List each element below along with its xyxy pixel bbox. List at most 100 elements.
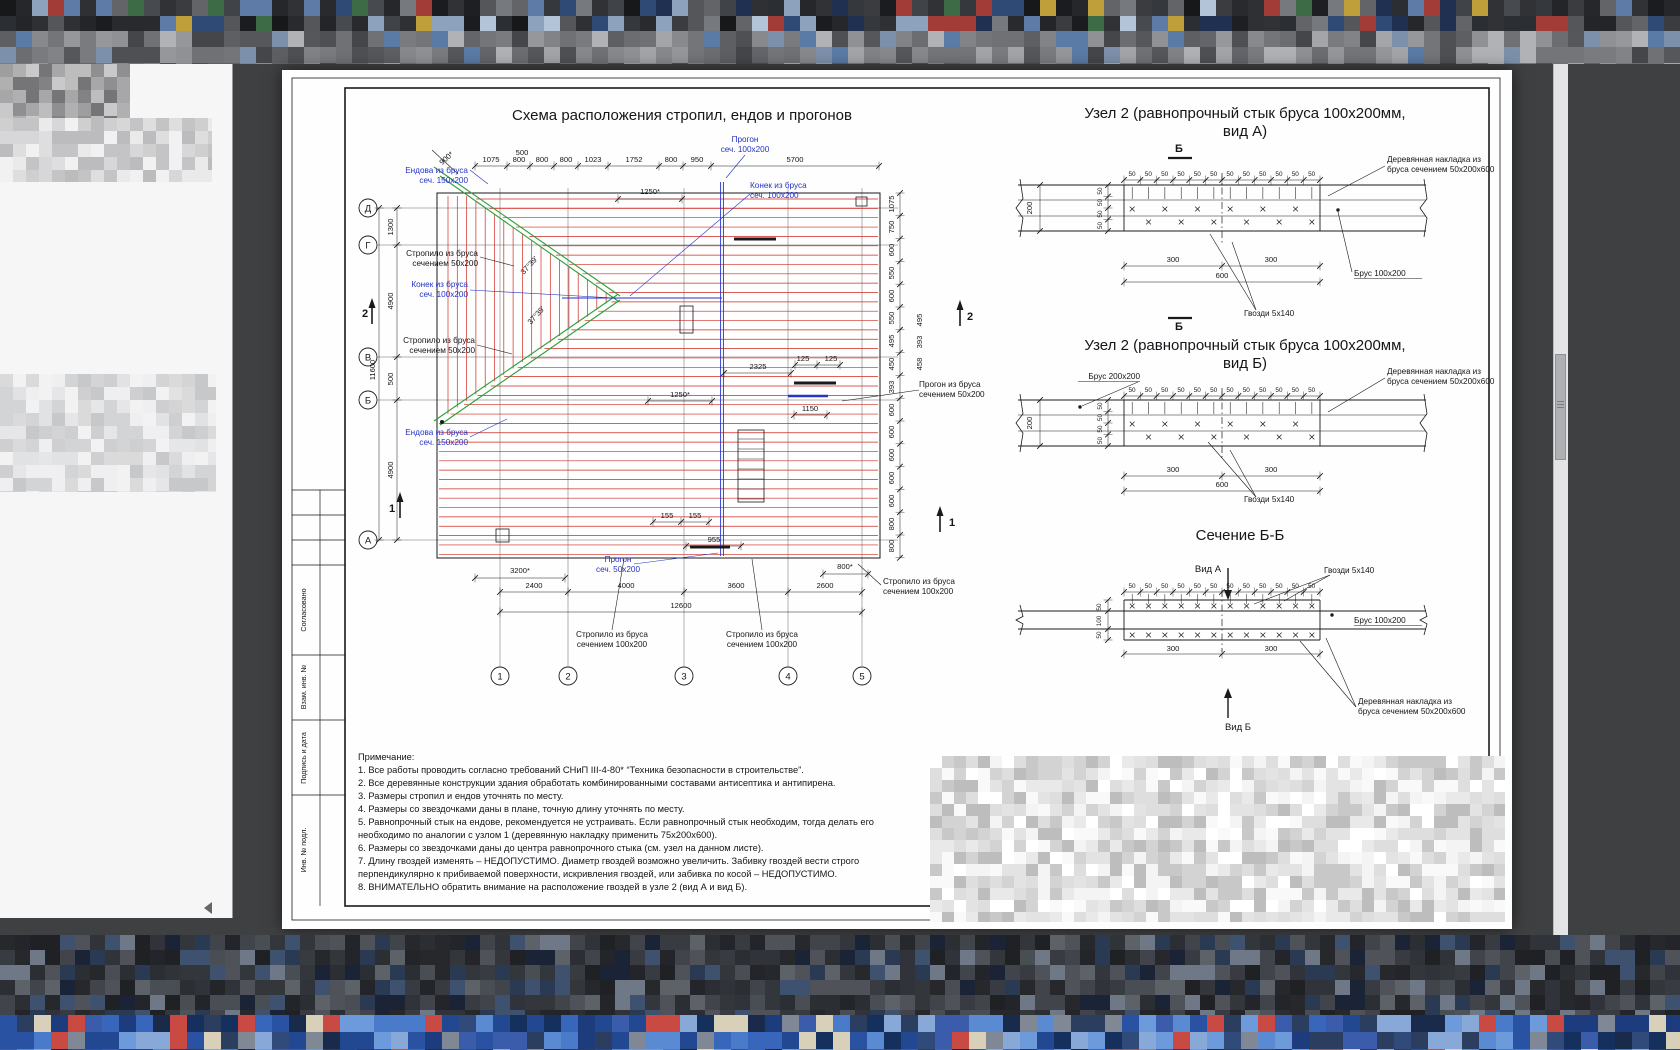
svg-text:50: 50 <box>1194 171 1202 178</box>
vertical-scrollbar[interactable] <box>1553 64 1568 935</box>
svg-text:50: 50 <box>1259 583 1267 590</box>
svg-text:450: 450 <box>887 358 896 371</box>
svg-text:300: 300 <box>1167 465 1180 474</box>
svg-text:50: 50 <box>1210 387 1218 394</box>
scrollbar-thumb[interactable] <box>1555 354 1566 460</box>
svg-text:50: 50 <box>1243 387 1251 394</box>
svg-text:50: 50 <box>1259 387 1267 394</box>
svg-text:50: 50 <box>1275 171 1283 178</box>
svg-text:Б: Б <box>1175 321 1183 333</box>
note-line: 1. Все работы проводить согласно требова… <box>358 765 804 775</box>
svg-text:Гвозди 5x140: Гвозди 5x140 <box>1244 309 1295 318</box>
svg-text:50: 50 <box>1145 583 1153 590</box>
taskbar[interactable] <box>0 1015 1680 1050</box>
svg-text:Вид А: Вид А <box>1195 564 1222 575</box>
drawing-viewport[interactable]: Д Г В Б А 1 2 3 4 5 Схема расположения стропил, ен… <box>232 64 1553 935</box>
svg-text:50: 50 <box>1097 402 1104 410</box>
svg-text:сеч. 100x200: сеч. 100x200 <box>750 191 799 200</box>
svg-text:Деревянная накладка из: Деревянная накладка из <box>1358 697 1452 706</box>
svg-text:Прогон из бруса: Прогон из бруса <box>919 380 981 389</box>
svg-text:50: 50 <box>1161 171 1169 178</box>
svg-text:600: 600 <box>887 426 896 439</box>
svg-text:300: 300 <box>1265 644 1278 653</box>
svg-text:Стропило из бруса: Стропило из бруса <box>726 630 798 639</box>
scroll-left-arrow-icon[interactable] <box>198 902 212 914</box>
note-line: 5. Равнопрочный стык на ендове, рекоменд… <box>358 817 874 827</box>
svg-text:5700: 5700 <box>787 155 804 164</box>
svg-text:50: 50 <box>1097 222 1104 230</box>
svg-text:900*: 900* <box>438 150 456 167</box>
svg-text:50: 50 <box>1096 603 1103 611</box>
censored-panel-block-1 <box>0 64 130 118</box>
svg-text:Деревянная накладка из: Деревянная накладка из <box>1387 367 1481 376</box>
svg-text:393: 393 <box>915 336 924 349</box>
svg-text:50: 50 <box>1226 387 1234 394</box>
toolbar-row-2[interactable] <box>0 31 1680 64</box>
svg-text:600: 600 <box>887 404 896 417</box>
svg-text:600: 600 <box>887 290 896 303</box>
svg-text:300: 300 <box>1167 644 1180 653</box>
svg-text:сечением 50x200: сечением 50x200 <box>409 346 475 355</box>
svg-text:800: 800 <box>513 155 526 164</box>
svg-text:50: 50 <box>1292 387 1300 394</box>
svg-text:3200*: 3200* <box>510 566 530 575</box>
svg-text:50: 50 <box>1128 171 1136 178</box>
svg-text:Б: Б <box>365 395 371 406</box>
svg-text:50: 50 <box>1194 583 1202 590</box>
svg-text:Ендова из бруса: Ендова из бруса <box>405 428 468 437</box>
svg-text:бруса сечением 50x200x600: бруса сечением 50x200x600 <box>1387 377 1495 386</box>
svg-text:300: 300 <box>1265 255 1278 264</box>
svg-text:50: 50 <box>1275 387 1283 394</box>
svg-text:2: 2 <box>565 671 570 682</box>
svg-text:50: 50 <box>1161 387 1169 394</box>
svg-text:300: 300 <box>1167 255 1180 264</box>
svg-text:сеч. 100x200: сеч. 100x200 <box>419 290 468 299</box>
svg-text:4: 4 <box>785 671 790 682</box>
svg-text:800: 800 <box>665 155 678 164</box>
note-line: 6. Размеры со звездочками даны до центра… <box>358 843 764 853</box>
svg-text:Г: Г <box>365 240 370 251</box>
svg-text:50: 50 <box>1308 583 1316 590</box>
note-line: 4. Размеры со звездочками даны в плане, … <box>358 804 685 814</box>
censored-panel-block-3 <box>0 374 216 492</box>
svg-text:50: 50 <box>1097 414 1104 422</box>
bottom-censored-band <box>0 935 1680 1015</box>
svg-text:2: 2 <box>362 308 368 320</box>
svg-text:сеч. 150x200: сеч. 150x200 <box>419 176 468 185</box>
toolbar-row-1[interactable] <box>0 0 1680 31</box>
svg-text:Взам. инв. №: Взам. инв. № <box>299 664 308 709</box>
svg-text:1075: 1075 <box>887 196 896 213</box>
svg-text:50: 50 <box>1145 387 1153 394</box>
svg-text:сеч. 150x200: сеч. 150x200 <box>419 438 468 447</box>
svg-text:2400: 2400 <box>526 581 543 590</box>
svg-text:2: 2 <box>967 311 973 323</box>
svg-text:50: 50 <box>1308 171 1316 178</box>
svg-text:50: 50 <box>1097 437 1104 445</box>
svg-text:200: 200 <box>1025 417 1034 430</box>
svg-text:3600: 3600 <box>728 581 745 590</box>
svg-text:Прогон: Прогон <box>732 135 759 144</box>
project-tree-panel[interactable] <box>0 64 233 918</box>
svg-text:Брус 100x200: Брус 100x200 <box>1354 616 1406 625</box>
svg-text:500: 500 <box>386 373 395 386</box>
svg-text:50: 50 <box>1275 583 1283 590</box>
svg-text:550: 550 <box>887 267 896 280</box>
svg-text:Д: Д <box>365 203 372 214</box>
note-line: перпендикулярно к прибиваемой поверхност… <box>358 869 838 879</box>
svg-text:125: 125 <box>825 354 838 363</box>
svg-text:Деревянная накладка из: Деревянная накладка из <box>1387 155 1481 164</box>
svg-text:вид А): вид А) <box>1223 123 1267 140</box>
svg-text:50: 50 <box>1177 583 1185 590</box>
svg-text:950: 950 <box>691 155 704 164</box>
svg-text:4900: 4900 <box>386 293 395 310</box>
svg-text:Инв. № подл.: Инв. № подл. <box>299 828 308 873</box>
svg-text:Подпись и дата: Подпись и дата <box>299 732 308 784</box>
svg-text:Вид Б: Вид Б <box>1225 722 1251 733</box>
svg-text:Стропило из бруса: Стропило из бруса <box>883 577 955 586</box>
svg-text:сечением 100x200: сечением 100x200 <box>727 640 798 649</box>
svg-text:800*: 800* <box>837 562 853 571</box>
svg-text:5: 5 <box>859 671 864 682</box>
note-line: Примечание: <box>358 752 415 762</box>
svg-text:125: 125 <box>797 354 810 363</box>
svg-text:800: 800 <box>887 518 896 531</box>
